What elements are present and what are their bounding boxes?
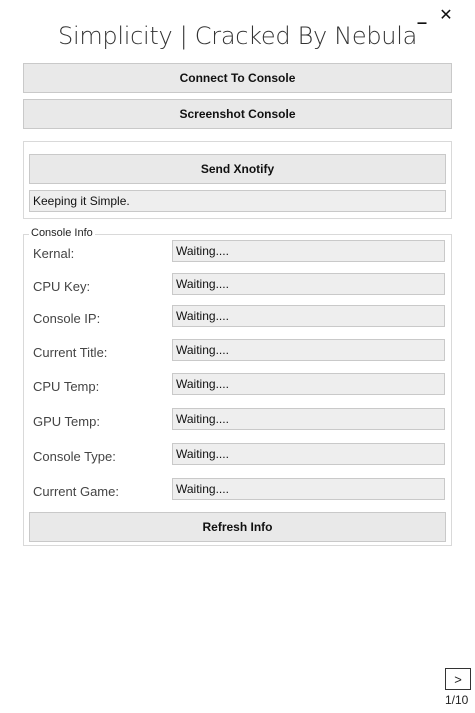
current-game-value[interactable]: Waiting....: [172, 478, 445, 500]
console-ip-label: Console IP:: [33, 311, 101, 326]
cpu-key-value[interactable]: Waiting....: [172, 273, 445, 295]
console-ip-value[interactable]: Waiting....: [172, 305, 445, 327]
console-info-group: Console Info Kernal: Waiting.... CPU Key…: [23, 227, 452, 546]
connect-to-console-button[interactable]: Connect To Console: [23, 63, 452, 93]
cpu-temp-label: CPU Temp:: [33, 379, 100, 394]
kernal-value[interactable]: Waiting....: [172, 240, 445, 262]
xnotify-message-input[interactable]: Keeping it Simple.: [29, 190, 446, 212]
refresh-info-button[interactable]: Refresh Info: [29, 512, 446, 542]
screenshot-console-button[interactable]: Screenshot Console: [23, 99, 452, 129]
send-xnotify-button[interactable]: Send Xnotify: [29, 154, 446, 184]
current-title-label: Current Title:: [33, 345, 108, 360]
kernal-label: Kernal:: [33, 246, 75, 261]
current-game-label: Current Game:: [33, 484, 119, 499]
gpu-temp-label: GPU Temp:: [33, 414, 100, 429]
cpu-key-label: CPU Key:: [33, 279, 91, 294]
next-page-button[interactable]: >: [445, 668, 471, 690]
window-title: Simplicity | Cracked By Nebula: [58, 22, 417, 50]
gpu-temp-value[interactable]: Waiting....: [172, 408, 445, 430]
page-indicator: 1/10: [445, 693, 469, 707]
console-info-legend: Console Info: [29, 227, 95, 239]
current-title-value[interactable]: Waiting....: [172, 339, 445, 361]
console-type-label: Console Type:: [33, 449, 116, 464]
cpu-temp-value[interactable]: Waiting....: [172, 373, 445, 395]
console-type-value[interactable]: Waiting....: [172, 443, 445, 465]
notify-panel: Send Xnotify Keeping it Simple.: [23, 141, 452, 219]
